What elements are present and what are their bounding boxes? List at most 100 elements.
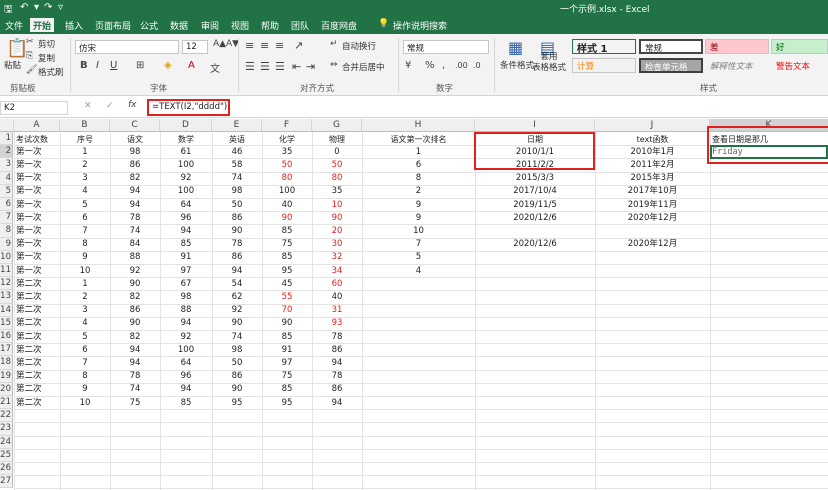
tab-data[interactable]: 数据 xyxy=(167,18,191,34)
name-box[interactable]: K2 xyxy=(0,101,68,115)
data-cell[interactable]: 2015年3月 xyxy=(597,172,708,185)
data-cell[interactable]: 85 xyxy=(264,251,310,264)
data-cell[interactable]: 5 xyxy=(364,251,473,264)
data-cell[interactable]: 61 xyxy=(162,146,210,159)
data-cell[interactable]: 58 xyxy=(214,159,260,172)
data-cell[interactable]: 2020年12月 xyxy=(597,212,708,225)
data-cell[interactable]: 2020/12/6 xyxy=(477,212,593,225)
data-cell[interactable]: 85 xyxy=(264,225,310,238)
data-cell[interactable]: 92 xyxy=(162,331,210,344)
align-right-icon[interactable]: ☰ xyxy=(275,60,285,73)
row-header[interactable]: 19 xyxy=(0,369,13,383)
data-cell[interactable]: 4 xyxy=(364,265,473,278)
merge-center-button[interactable]: 合并后居中 xyxy=(342,61,385,73)
copy-icon[interactable]: ⎘ xyxy=(26,51,33,61)
data-cell[interactable]: 第一次 xyxy=(16,159,58,172)
data-cell[interactable]: 86 xyxy=(214,370,260,383)
data-cell[interactable]: 74 xyxy=(112,383,158,396)
data-cell[interactable]: 90 xyxy=(264,212,310,225)
data-cell[interactable]: 2019/11/5 xyxy=(477,199,593,212)
data-cell[interactable]: 78 xyxy=(314,331,360,344)
data-cell[interactable]: 90 xyxy=(214,225,260,238)
data-cell[interactable]: 第一次 xyxy=(16,212,58,225)
column-header[interactable]: G xyxy=(312,119,362,132)
data-cell[interactable]: 50 xyxy=(214,357,260,370)
formula-input[interactable]: =TEXT(I2,"dddd") xyxy=(147,99,230,116)
conditional-format-button[interactable]: 条件格式 xyxy=(500,59,534,71)
row-header[interactable]: 22 xyxy=(0,409,13,423)
column-header[interactable]: J xyxy=(595,119,710,132)
data-cell[interactable]: 1 xyxy=(62,146,108,159)
data-cell[interactable]: 84 xyxy=(112,238,158,251)
data-cell[interactable]: 9 xyxy=(364,199,473,212)
tab-page-layout[interactable]: 页面布局 xyxy=(92,18,134,34)
data-cell[interactable]: 86 xyxy=(112,304,158,317)
column-title-cell[interactable]: 数学 xyxy=(162,133,210,146)
data-cell[interactable]: 96 xyxy=(162,370,210,383)
data-cell[interactable]: 6 xyxy=(62,344,108,357)
data-cell[interactable]: 1 xyxy=(364,146,473,159)
decrease-decimal-icon[interactable]: .0 xyxy=(473,61,481,70)
tab-formulas[interactable]: 公式 xyxy=(137,18,161,34)
tab-help[interactable]: 帮助 xyxy=(258,18,282,34)
data-cell[interactable]: 54 xyxy=(214,278,260,291)
percent-icon[interactable]: % xyxy=(425,60,435,71)
column-header[interactable]: C xyxy=(110,119,160,132)
column-header[interactable]: I xyxy=(475,119,595,132)
enter-icon[interactable]: ✓ xyxy=(106,101,114,111)
data-cell[interactable]: 86 xyxy=(314,344,360,357)
data-cell[interactable]: 20 xyxy=(314,225,360,238)
worksheet-grid[interactable]: A B C D E F G H I J K 1 考试次数 序号 语文 数学 英语 化学 物理 语文第一次排名 日期 tex… xyxy=(0,119,828,490)
style-warning[interactable]: 警告文本 xyxy=(771,58,828,73)
conditional-format-icon[interactable]: ▦ xyxy=(508,38,523,57)
data-cell[interactable]: 第二次 xyxy=(16,357,58,370)
row-header[interactable]: 26 xyxy=(0,462,13,476)
data-cell[interactable]: 第二次 xyxy=(16,344,58,357)
data-cell[interactable]: 0 xyxy=(314,146,360,159)
border-icon[interactable]: ⊞ xyxy=(136,60,144,71)
data-cell[interactable]: 100 xyxy=(162,344,210,357)
row-header[interactable]: 14 xyxy=(0,303,13,317)
data-cell[interactable]: 94 xyxy=(314,357,360,370)
data-cell[interactable]: 45 xyxy=(264,278,310,291)
data-cell[interactable]: 第一次 xyxy=(16,146,58,159)
align-middle-icon[interactable]: ≡ xyxy=(260,39,269,52)
decrease-indent-icon[interactable]: ⇤ xyxy=(292,60,301,73)
row-header[interactable]: 7 xyxy=(0,211,13,225)
data-cell[interactable]: 74 xyxy=(214,331,260,344)
column-title-cell[interactable]: 物理 xyxy=(314,133,360,146)
data-cell[interactable]: 91 xyxy=(264,344,310,357)
data-cell[interactable]: 50 xyxy=(314,159,360,172)
data-cell[interactable]: 3 xyxy=(62,172,108,185)
fill-color-icon[interactable]: ◈ xyxy=(164,60,172,71)
data-cell[interactable]: 85 xyxy=(264,383,310,396)
data-cell[interactable]: 8 xyxy=(62,370,108,383)
style-bad[interactable]: 差 xyxy=(705,39,769,54)
data-cell[interactable]: 第二次 xyxy=(16,383,58,396)
data-cell[interactable]: 94 xyxy=(112,344,158,357)
align-bottom-icon[interactable]: ≡ xyxy=(275,39,284,52)
data-cell[interactable]: 100 xyxy=(162,185,210,198)
data-cell[interactable]: 2 xyxy=(62,291,108,304)
data-cell[interactable]: 2020年12月 xyxy=(597,238,708,251)
increase-indent-icon[interactable]: ⇥ xyxy=(306,60,315,73)
data-cell[interactable]: 94 xyxy=(112,357,158,370)
tell-me-search[interactable]: 操作说明搜索 xyxy=(390,18,450,34)
data-cell[interactable]: 2 xyxy=(62,159,108,172)
data-cell[interactable]: 85 xyxy=(162,238,210,251)
data-cell[interactable]: 97 xyxy=(264,357,310,370)
row-header[interactable]: 13 xyxy=(0,290,13,304)
row-header[interactable]: 12 xyxy=(0,277,13,291)
paste-button[interactable]: 粘贴 xyxy=(4,59,21,71)
data-cell[interactable]: 94 xyxy=(314,397,360,410)
data-cell[interactable]: 7 xyxy=(62,357,108,370)
row-header[interactable]: 15 xyxy=(0,316,13,330)
copy-button[interactable]: 复制 xyxy=(38,52,55,64)
tab-review[interactable]: 审阅 xyxy=(198,18,222,34)
column-title-cell[interactable]: 序号 xyxy=(62,133,108,146)
increase-font-icon[interactable]: A▲ xyxy=(213,39,226,49)
data-cell[interactable]: 8 xyxy=(364,172,473,185)
data-cell[interactable]: 31 xyxy=(314,304,360,317)
data-cell[interactable]: 86 xyxy=(214,212,260,225)
column-header[interactable]: E xyxy=(212,119,262,132)
